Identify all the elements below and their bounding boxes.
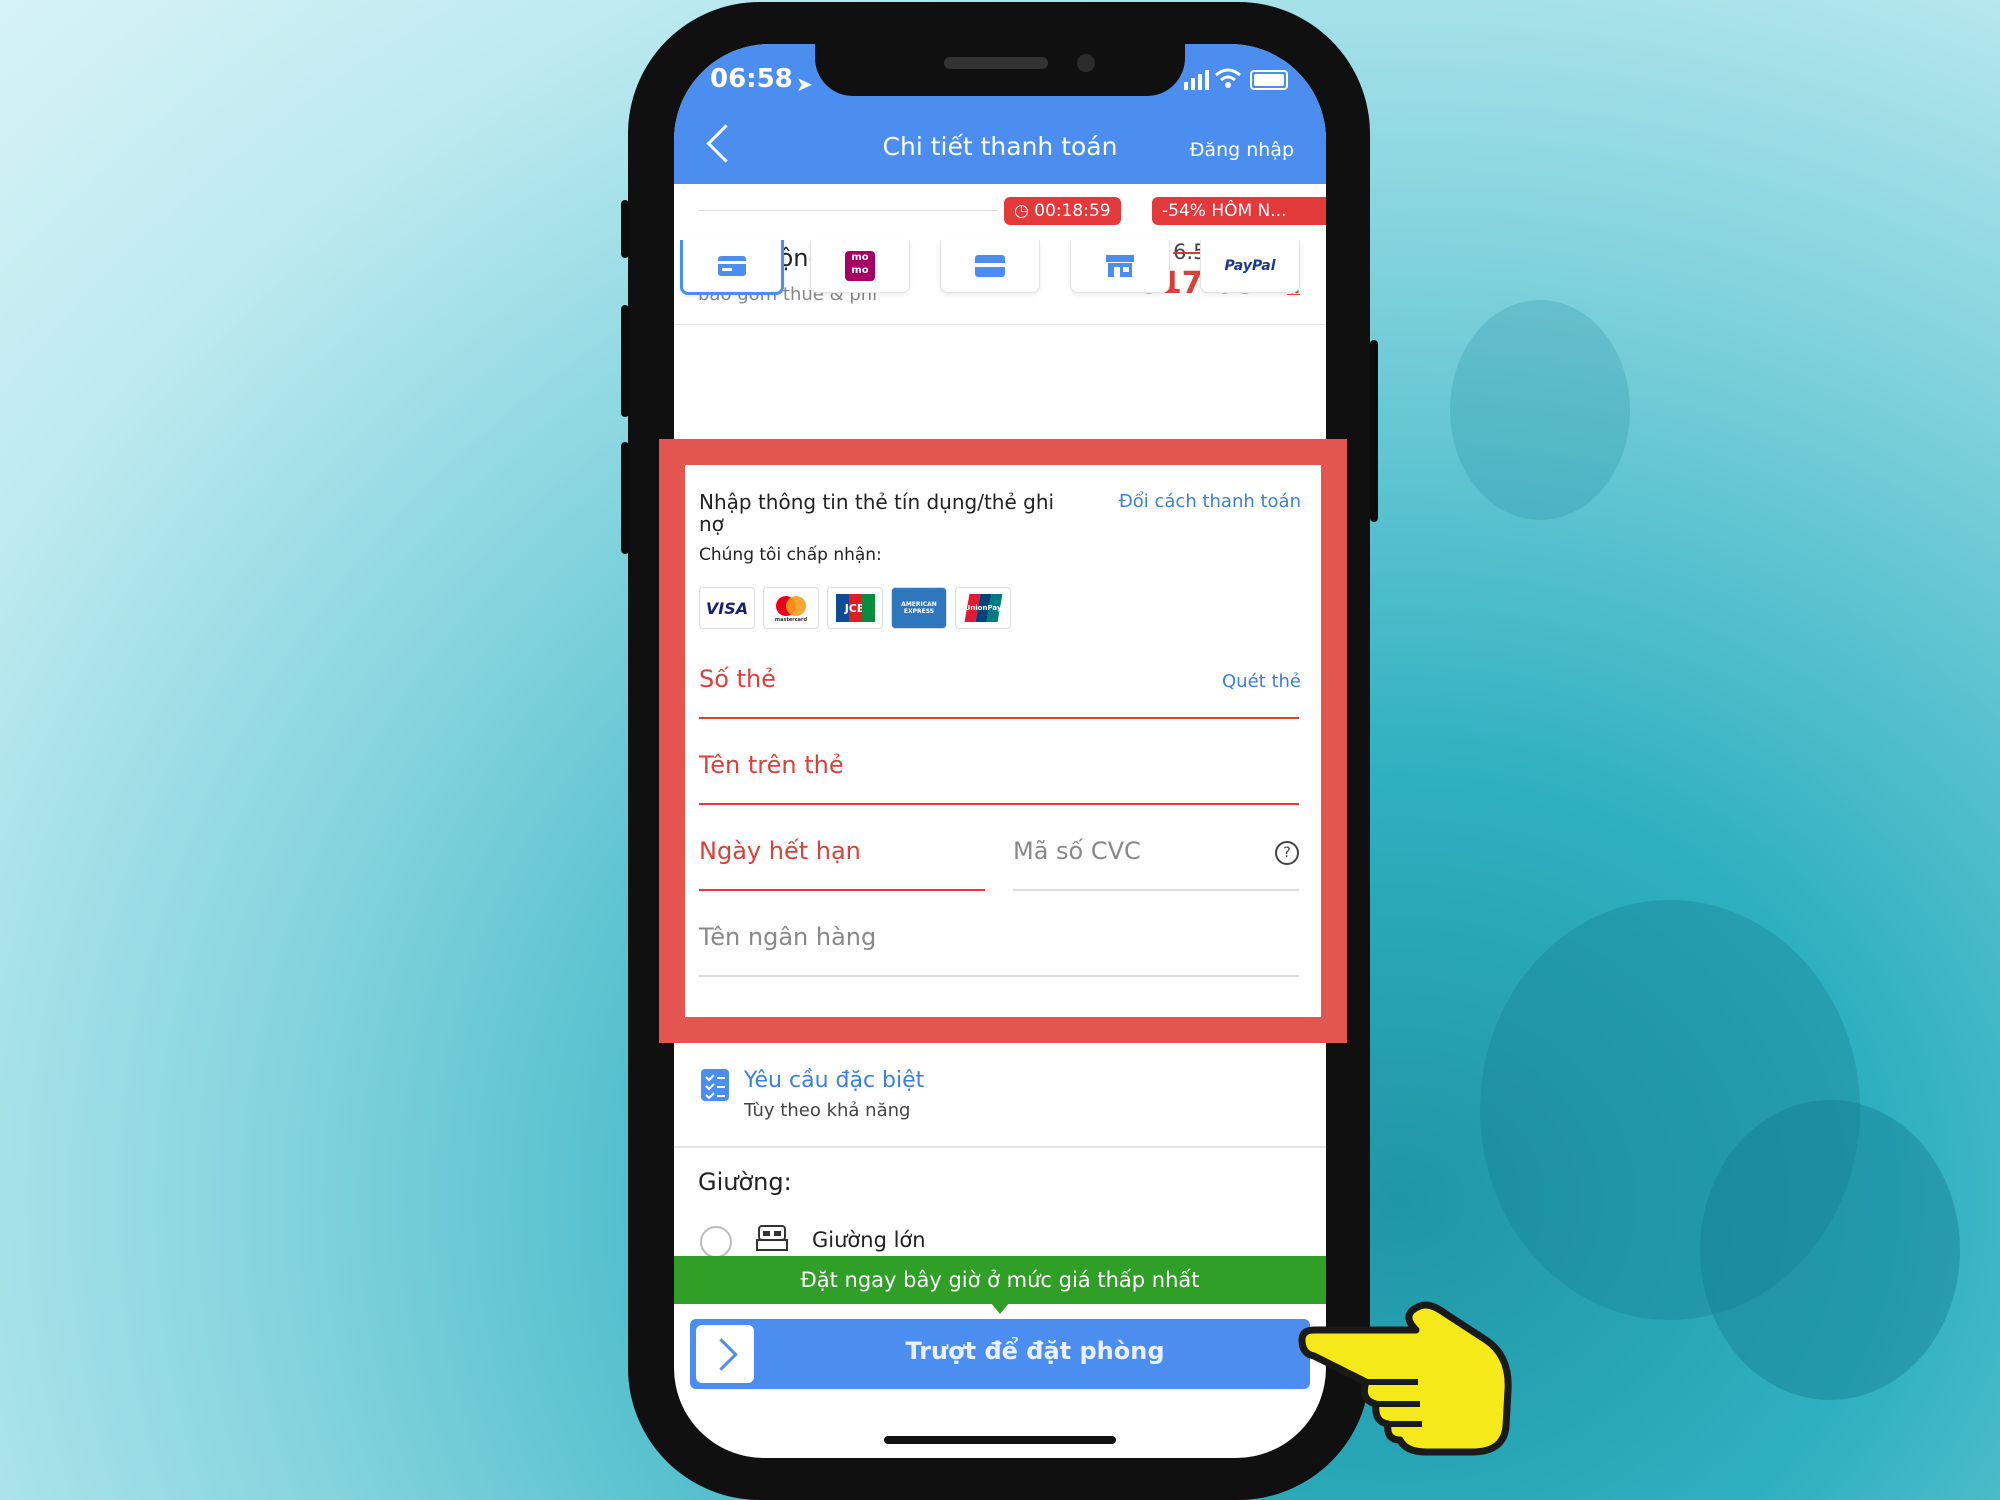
accepted-cards-label: Chúng tôi chấp nhận: xyxy=(699,545,882,565)
power-button xyxy=(1370,340,1378,522)
visa-logo: VISA xyxy=(699,587,755,629)
expiry-input[interactable] xyxy=(699,825,985,875)
change-payment-link[interactable]: Đổi cách thanh toán xyxy=(1119,491,1301,512)
divider xyxy=(698,210,998,211)
home-indicator[interactable] xyxy=(884,1436,1116,1444)
divider xyxy=(674,1146,1326,1148)
background-splash xyxy=(1700,1100,1960,1400)
cvc-underline xyxy=(1013,889,1299,891)
battery-icon xyxy=(1250,70,1288,90)
name-on-card-input[interactable] xyxy=(699,739,1299,789)
special-request-link[interactable]: Yêu cầu đặc biệt xyxy=(744,1068,924,1093)
bed-icon xyxy=(756,1224,788,1258)
background-splash xyxy=(1450,300,1630,520)
mastercard-logo: mastercard xyxy=(763,587,819,629)
payment-tab-store[interactable] xyxy=(1070,240,1170,293)
volume-down-button xyxy=(621,442,629,554)
payment-tab-paypal[interactable]: PayPal xyxy=(1200,240,1300,293)
bank-name-underline xyxy=(699,975,1299,977)
slide-label: Trượt để đặt phòng xyxy=(905,1337,1165,1365)
amex-logo: AMERICAN EXPRESS xyxy=(891,587,947,629)
chevron-right-icon xyxy=(705,1338,738,1371)
countdown-timer: ◷ 00:18:59 xyxy=(1004,197,1121,225)
bank-name-input[interactable] xyxy=(699,911,1299,961)
timer-text: 00:18:59 xyxy=(1034,201,1111,221)
expiry-underline xyxy=(699,889,985,891)
volume-up-button xyxy=(621,305,629,417)
checklist-icon xyxy=(700,1068,730,1106)
card-form-heading: Nhập thông tin thẻ tín dụng/thẻ ghi nợ xyxy=(699,490,1055,536)
cvc-input[interactable] xyxy=(1013,825,1263,875)
store-icon xyxy=(1106,255,1134,277)
bed-label: Giường: xyxy=(698,1168,792,1196)
payment-tab-momo[interactable]: mo mo xyxy=(810,240,910,293)
banner-pointer xyxy=(990,1302,1010,1314)
front-camera xyxy=(1077,54,1095,72)
unionpay-logo: UnionPay xyxy=(955,587,1011,629)
svg-text:mastercard: mastercard xyxy=(775,617,808,622)
clock-icon: ◷ xyxy=(1014,201,1029,221)
login-link[interactable]: Đăng nhập xyxy=(1190,139,1294,161)
special-request-subtitle: Tùy theo khả năng xyxy=(744,1100,911,1121)
card-number-input[interactable] xyxy=(699,653,1299,703)
credit-card-icon xyxy=(718,256,746,276)
status-time: 06:58 xyxy=(710,64,793,94)
speaker xyxy=(944,57,1048,69)
silent-switch xyxy=(621,200,629,258)
bed-radio[interactable] xyxy=(700,1226,732,1258)
payment-tab-bank[interactable] xyxy=(940,240,1040,293)
momo-icon: mo mo xyxy=(845,251,875,281)
promo-banner: Đặt ngay bây giờ ở mức giá thấp nhất xyxy=(674,1256,1326,1304)
card-number-underline xyxy=(699,717,1299,719)
slide-handle[interactable] xyxy=(696,1325,754,1383)
location-arrow-icon: ➤ xyxy=(796,72,813,96)
pointing-hand-icon xyxy=(1296,1300,1516,1464)
bank-card-icon xyxy=(975,255,1005,277)
accepted-cards: VISA mastercard JCB AMERICAN EXPRESS Uni… xyxy=(699,587,1011,629)
slide-to-book-button[interactable]: Trượt để đặt phòng xyxy=(690,1319,1310,1389)
bed-option-label: Giường lớn xyxy=(812,1228,926,1252)
name-underline xyxy=(699,803,1299,805)
help-icon[interactable]: ? xyxy=(1275,841,1299,865)
jcb-logo: JCB xyxy=(827,587,883,629)
divider xyxy=(674,324,1326,325)
payment-tab-card[interactable] xyxy=(680,240,784,295)
wifi-icon xyxy=(1214,66,1242,94)
paypal-logo: PayPal xyxy=(1224,258,1276,274)
card-form: Nhập thông tin thẻ tín dụng/thẻ ghi nợ Đ… xyxy=(685,465,1321,1017)
discount-badge: -54% HÔM N... xyxy=(1152,197,1326,225)
signal-icon xyxy=(1184,70,1210,94)
